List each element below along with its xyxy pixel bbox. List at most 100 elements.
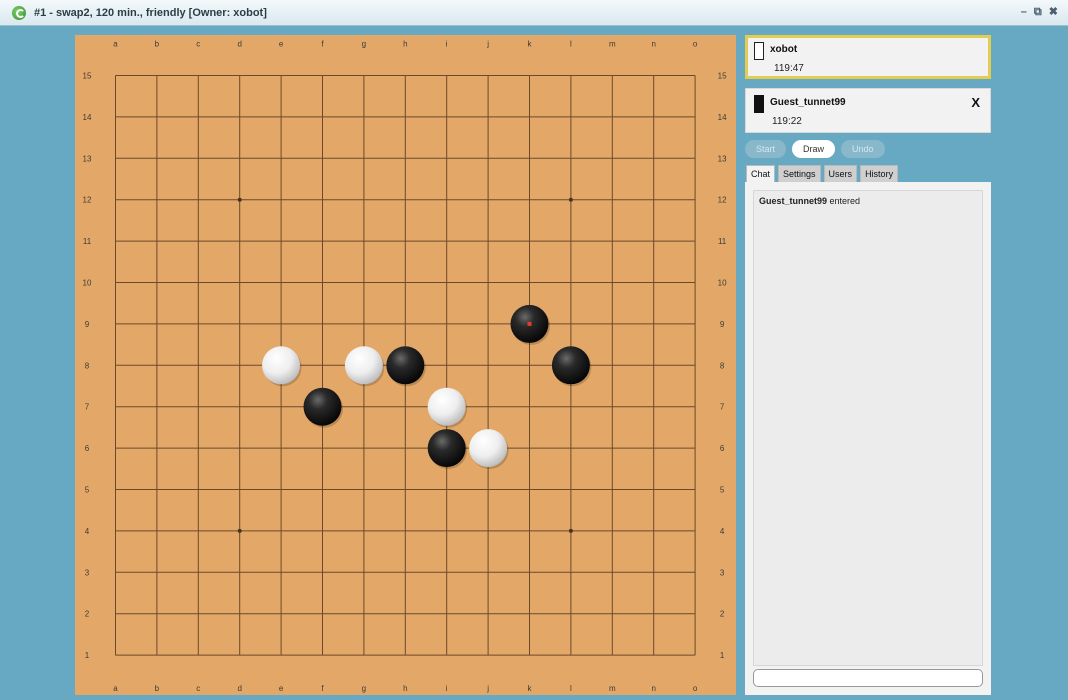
- column-label-bottom: i: [446, 684, 448, 693]
- column-label-top: g: [362, 40, 366, 49]
- column-label-bottom: g: [362, 684, 366, 693]
- start-button[interactable]: Start: [745, 140, 787, 158]
- row-label-right: 10: [718, 279, 727, 288]
- column-label-bottom: n: [651, 684, 655, 693]
- black-stone[interactable]: [386, 346, 425, 385]
- row-label-left: 11: [83, 237, 92, 246]
- row-label-right: 8: [720, 361, 725, 370]
- column-label-bottom: k: [528, 684, 533, 693]
- row-label-left: 4: [85, 527, 90, 536]
- star-point: [568, 197, 573, 202]
- row-label-right: 13: [718, 154, 727, 163]
- column-label-bottom: l: [570, 684, 572, 693]
- panel-tabs: Chat Settings Users History: [746, 165, 899, 182]
- black-stone-icon: [754, 95, 764, 113]
- column-label-bottom: a: [113, 684, 118, 693]
- player-clock: 119:22: [772, 116, 802, 127]
- player-name: xobot: [770, 44, 798, 55]
- tab-history[interactable]: History: [860, 165, 899, 182]
- row-label-right: 11: [718, 237, 727, 246]
- chat-message: Guest_tunnet99 entered: [759, 196, 977, 206]
- star-point: [237, 197, 242, 202]
- column-label-top: i: [446, 40, 448, 49]
- draw-button[interactable]: Draw: [792, 140, 836, 158]
- column-label-top: o: [693, 40, 698, 49]
- window-titlebar: #1 - swap2, 120 min., friendly [Owner: x…: [0, 0, 1068, 26]
- column-label-top: d: [237, 40, 241, 49]
- column-label-top: l: [570, 40, 572, 49]
- column-label-top: c: [196, 40, 200, 49]
- chat-log: Guest_tunnet99 entered: [753, 190, 983, 666]
- column-label-top: h: [403, 40, 407, 49]
- column-label-bottom: d: [237, 684, 241, 693]
- column-label-bottom: f: [321, 684, 324, 693]
- last-move-marker: [527, 321, 532, 326]
- column-label-bottom: o: [693, 684, 698, 693]
- row-label-right: 2: [720, 610, 725, 619]
- chat-input[interactable]: [753, 669, 983, 687]
- chat-message-text: entered: [829, 196, 861, 206]
- player-clock: 119:47: [774, 63, 804, 74]
- star-point: [237, 528, 242, 533]
- column-label-top: n: [651, 40, 655, 49]
- row-label-right: 5: [720, 486, 725, 495]
- row-label-right: 14: [718, 113, 727, 122]
- row-label-left: 8: [85, 361, 90, 370]
- row-label-left: 9: [85, 320, 90, 329]
- gomoku-board[interactable]: a a b b c c d d e e f f g g h h i i j j k k l l m m n n o o 15 15 14 14 13…: [75, 35, 736, 695]
- row-label-right: 6: [720, 444, 725, 453]
- column-label-top: m: [609, 40, 616, 49]
- row-label-left: 15: [83, 72, 92, 81]
- column-label-bottom: b: [155, 684, 160, 693]
- tab-users[interactable]: Users: [823, 165, 858, 182]
- player-card-white: xobot 119:47: [745, 35, 991, 79]
- column-label-top: e: [279, 40, 284, 49]
- black-stone[interactable]: [551, 346, 590, 385]
- white-stone[interactable]: [469, 429, 508, 468]
- refresh-icon[interactable]: [12, 5, 26, 20]
- close-window-button[interactable]: ✖: [1049, 5, 1058, 19]
- window-title: #1 - swap2, 120 min., friendly [Owner: x…: [34, 6, 267, 19]
- row-label-left: 3: [85, 568, 90, 577]
- row-label-right: 9: [720, 320, 725, 329]
- tab-chat[interactable]: Chat: [746, 165, 776, 182]
- row-label-left: 13: [83, 154, 92, 163]
- column-label-bottom: h: [403, 684, 407, 693]
- row-label-left: 6: [85, 444, 90, 453]
- window-controls: – ⧉ ✖: [1021, 5, 1058, 19]
- player-card-black: Guest_tunnet99 119:22 X: [745, 88, 991, 133]
- row-label-right: 15: [718, 72, 727, 81]
- chat-panel: Guest_tunnet99 entered: [745, 182, 991, 695]
- star-point: [568, 528, 573, 533]
- row-label-right: 3: [720, 568, 725, 577]
- player-name: Guest_tunnet99: [770, 97, 846, 108]
- column-label-top: b: [155, 40, 160, 49]
- kick-player-button[interactable]: X: [971, 95, 980, 110]
- column-label-bottom: j: [486, 684, 489, 693]
- white-stone-icon: [754, 42, 764, 60]
- row-label-left: 10: [83, 279, 92, 288]
- column-label-top: a: [113, 40, 118, 49]
- row-label-left: 2: [85, 610, 90, 619]
- board-canvas[interactable]: aabbccddeeffgghhiijjkkllmmnnoo15 1514 1413…: [75, 35, 736, 695]
- white-stone[interactable]: [262, 346, 301, 385]
- undo-button[interactable]: Undo: [841, 140, 885, 158]
- white-stone[interactable]: [427, 387, 466, 426]
- black-stone[interactable]: [427, 429, 466, 468]
- row-label-right: 1: [720, 651, 725, 660]
- tab-settings[interactable]: Settings: [778, 165, 821, 182]
- row-label-left: 7: [85, 403, 90, 412]
- column-label-top: j: [486, 40, 489, 49]
- row-label-right: 12: [718, 196, 727, 205]
- row-label-right: 4: [720, 527, 725, 536]
- white-stone[interactable]: [344, 346, 383, 385]
- row-label-right: 7: [720, 403, 725, 412]
- chat-message-user: Guest_tunnet99: [759, 196, 828, 206]
- black-stone[interactable]: [303, 387, 342, 426]
- game-actions: Start Draw Undo: [745, 140, 885, 158]
- column-label-top: f: [321, 40, 324, 49]
- row-label-left: 1: [85, 651, 90, 660]
- minimize-button[interactable]: –: [1021, 5, 1027, 19]
- column-label-bottom: c: [196, 684, 200, 693]
- restore-button[interactable]: ⧉: [1034, 5, 1042, 19]
